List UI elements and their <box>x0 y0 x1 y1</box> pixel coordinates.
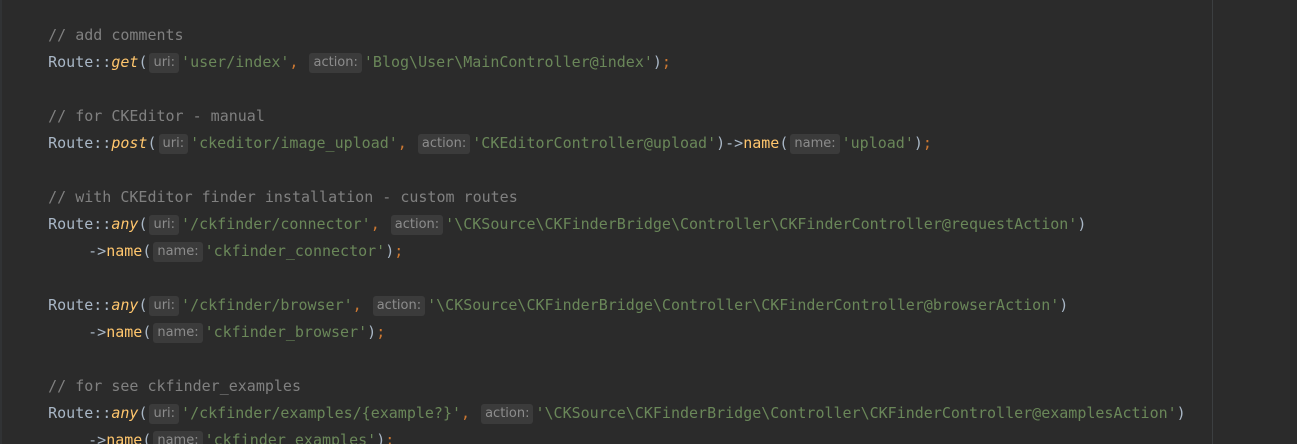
string-literal: 'ckeditor/image_upload' <box>190 134 398 152</box>
close-paren: ) <box>385 242 395 260</box>
chained-method-name: name <box>106 242 143 260</box>
method-name: get <box>111 53 139 71</box>
close-paren: ) <box>1059 296 1069 314</box>
chained-method-name: name <box>106 431 143 444</box>
string-literal: 'Blog\User\MainController@index' <box>363 53 653 71</box>
code-line-comment[interactable]: // for CKEditor - manual <box>12 76 265 125</box>
parameter-hint-name: name: <box>153 242 203 262</box>
parameter-hint-action: action: <box>417 134 471 154</box>
string-literal: 'ckfinder_examples' <box>204 431 377 444</box>
parameter-hint-uri: uri: <box>149 53 180 73</box>
parameter-hint-name: name: <box>153 431 203 444</box>
close-paren: ) <box>1176 404 1186 422</box>
gutter-edge <box>0 0 2 444</box>
method-name: post <box>111 134 148 152</box>
code-line-route-get[interactable]: Route::get(uri:'user/index', action: 'Blo… <box>12 22 671 73</box>
code-line-route-post[interactable]: Route::post(uri:'ckeditor/image_upload',… <box>12 103 932 154</box>
class-name: Route <box>48 134 94 152</box>
close-paren: ) <box>652 53 662 71</box>
string-literal: 'CKEditorController@upload' <box>472 134 717 152</box>
separator: , <box>397 134 416 152</box>
parameter-hint-name: name: <box>153 323 203 343</box>
open-paren: ( <box>147 134 157 152</box>
parameter-hint-uri: uri: <box>158 134 189 154</box>
close-paren: ) <box>376 431 386 444</box>
string-literal: 'ckfinder_browser' <box>204 323 368 341</box>
right-margin-guide <box>1212 0 1213 444</box>
class-name: Route <box>48 53 94 71</box>
code-line-chain-name[interactable]: ->name(name:'ckfinder_connector'); <box>12 211 403 262</box>
semicolon: ; <box>922 134 932 152</box>
code-line-comment[interactable]: // with CKEditor finder installation - c… <box>12 157 518 206</box>
arrow-operator: -> <box>88 242 107 260</box>
arrow-operator: -> <box>88 431 107 444</box>
string-literal: '\CKSource\CKFinderBridge\Controller\CKF… <box>535 404 1177 422</box>
code-line-route-any[interactable]: Route::any(uri: '/ckfinder/browser', acti… <box>12 265 1068 316</box>
code-line-comment[interactable]: // for see ckfinder_examples <box>12 346 301 395</box>
semicolon: ; <box>394 242 404 260</box>
code-editor[interactable]: // add comments Route::get(uri:'user/ind… <box>0 0 1297 444</box>
open-paren: ( <box>779 134 789 152</box>
chained-method-name: name <box>106 323 143 341</box>
open-paren: ( <box>142 242 152 260</box>
close-paren: ) <box>367 323 377 341</box>
chained-method-name: name <box>743 134 780 152</box>
parameter-hint-action: action: <box>481 404 534 424</box>
parameter-hint-name: name: <box>790 134 840 154</box>
semicolon: ; <box>661 53 671 71</box>
close-paren: ) <box>913 134 923 152</box>
code-line-chain-name[interactable]: ->name(name:'ckfinder_browser'); <box>12 292 385 343</box>
close-paren: ) <box>716 134 726 152</box>
scope-operator: :: <box>93 53 112 71</box>
code-line-route-any[interactable]: Route::any(uri: '/ckfinder/connector', ac… <box>12 184 1086 235</box>
string-literal: '\CKSource\CKFinderBridge\Controller\CKF… <box>445 215 1078 233</box>
separator: , <box>289 53 308 71</box>
string-literal: '\CKSource\CKFinderBridge\Controller\CKF… <box>427 296 1060 314</box>
scope-operator: :: <box>93 134 112 152</box>
separator: , <box>461 404 480 422</box>
open-paren: ( <box>142 323 152 341</box>
arrow-operator: -> <box>88 323 107 341</box>
code-line-comment[interactable]: // add comments <box>12 0 183 44</box>
parameter-hint-action: action: <box>309 53 362 73</box>
code-line-chain-name[interactable]: ->name(name:'ckfinder_examples'); <box>12 400 394 444</box>
string-literal: 'user/index' <box>181 53 290 71</box>
string-literal: 'ckfinder_connector' <box>204 242 386 260</box>
string-literal: 'upload' <box>841 134 914 152</box>
open-paren: ( <box>138 53 148 71</box>
close-paren: ) <box>1077 215 1087 233</box>
semicolon: ; <box>385 431 395 444</box>
semicolon: ; <box>376 323 386 341</box>
code-line-route-any[interactable]: Route::any(uri: '/ckfinder/examples/{exam… <box>12 373 1186 424</box>
arrow-operator: -> <box>725 134 744 152</box>
open-paren: ( <box>142 431 152 444</box>
